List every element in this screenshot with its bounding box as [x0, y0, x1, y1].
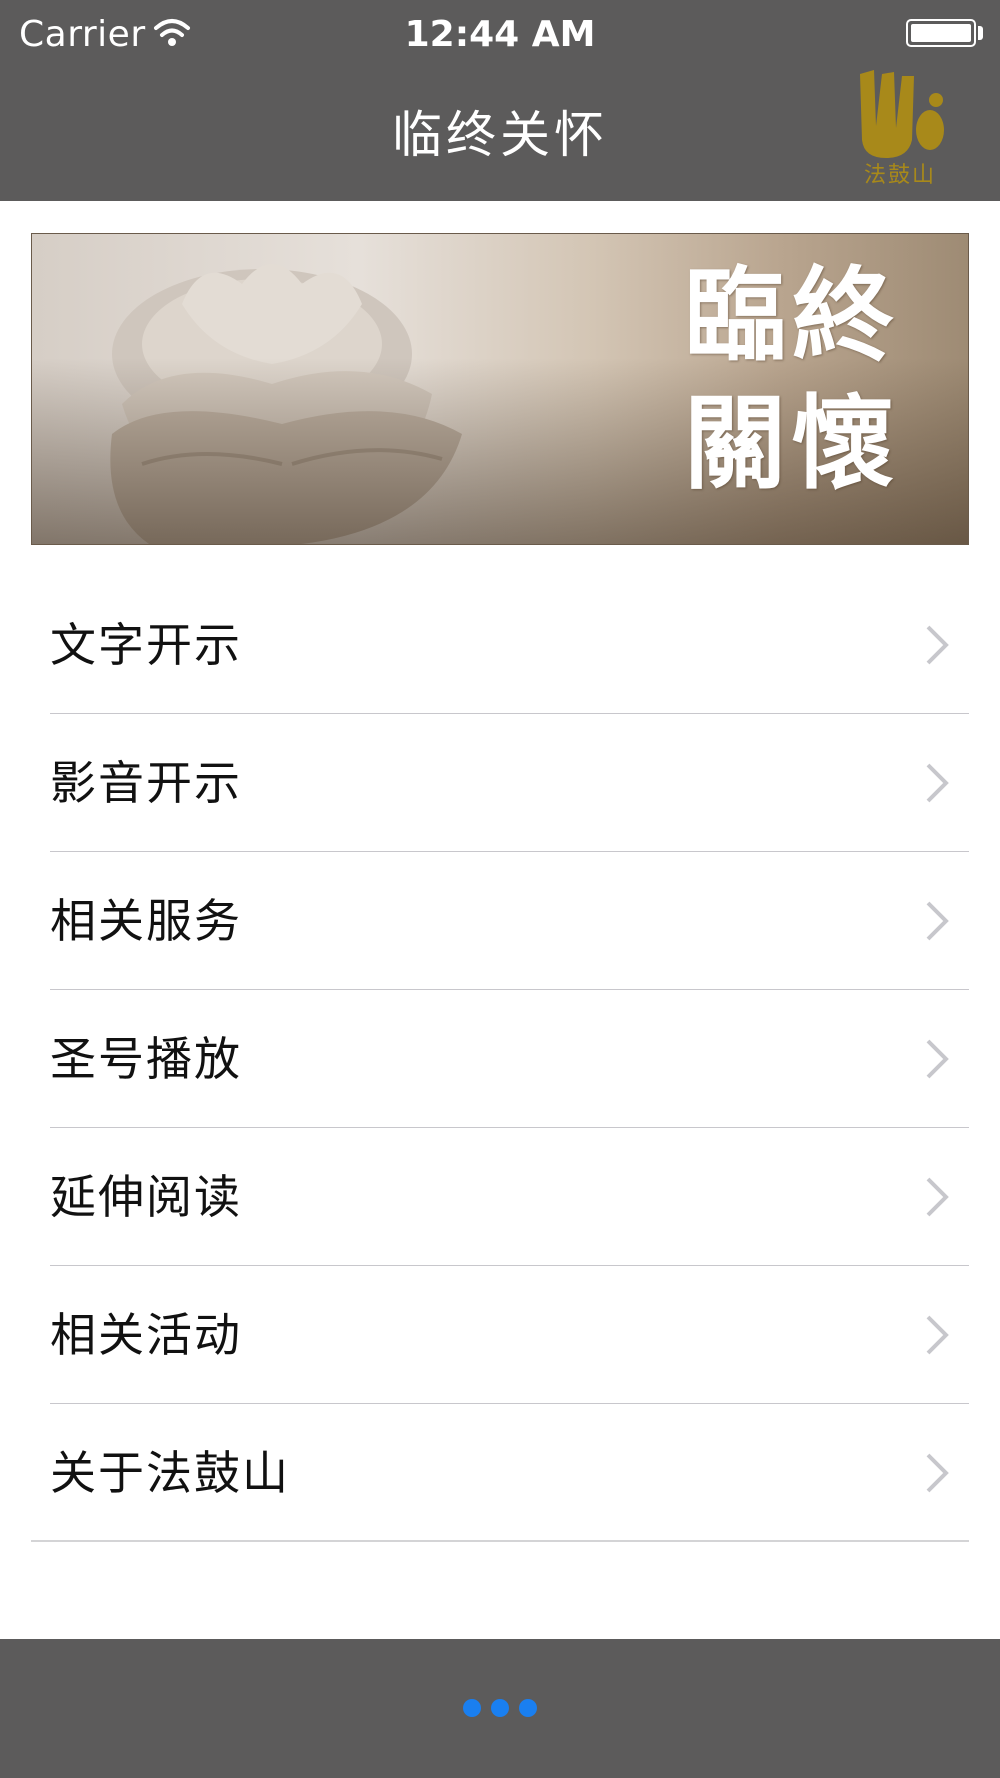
chevron-right-icon	[926, 1453, 949, 1493]
chevron-right-icon	[926, 1039, 949, 1079]
menu-item-chant-player[interactable]: 圣号播放	[0, 990, 1000, 1128]
banner-caption: 臨終 關懷	[632, 252, 952, 508]
screen: Carrier 12:44 AM 临终关怀 法鼓山 臨終 關懷 文字开示 影音开…	[0, 0, 1000, 1778]
menu-item-label: 文字开示	[50, 618, 242, 672]
chevron-right-icon	[926, 1315, 949, 1355]
page-dot[interactable]	[463, 1699, 481, 1717]
menu-item-label: 相关服务	[50, 894, 242, 948]
logo-text: 法鼓山	[863, 163, 936, 188]
chevron-right-icon	[926, 625, 949, 665]
battery-level	[911, 24, 971, 42]
menu-list: 文字开示 影音开示 相关服务 圣号播放 延伸阅读 相关活动 关于法鼓山	[0, 576, 1000, 1542]
page-title: 临终关怀	[392, 106, 608, 164]
page-dot[interactable]	[491, 1699, 509, 1717]
menu-item-related-activities[interactable]: 相关活动	[0, 1266, 1000, 1404]
banner-line-1: 臨終	[684, 256, 900, 376]
menu-item-label: 关于法鼓山	[50, 1446, 290, 1500]
chevron-right-icon	[926, 1177, 949, 1217]
menu-item-label: 相关活动	[50, 1308, 242, 1362]
bottom-bar	[0, 1639, 1000, 1778]
menu-item-about[interactable]: 关于法鼓山	[0, 1404, 1000, 1542]
page-dot[interactable]	[519, 1699, 537, 1717]
navigation-bar: Carrier 12:44 AM 临终关怀 法鼓山	[0, 0, 1000, 201]
banner-line-2: 關懷	[684, 384, 900, 504]
menu-item-text-teachings[interactable]: 文字开示	[0, 576, 1000, 714]
battery-icon	[906, 19, 976, 47]
menu-item-video-teachings[interactable]: 影音开示	[0, 714, 1000, 852]
chevron-right-icon	[926, 763, 949, 803]
menu-item-related-services[interactable]: 相关服务	[0, 852, 1000, 990]
menu-item-label: 圣号播放	[50, 1032, 242, 1086]
status-time: 12:44 AM	[404, 14, 596, 55]
chevron-right-icon	[926, 901, 949, 941]
menu-item-label: 延伸阅读	[50, 1170, 242, 1224]
menu-item-further-reading[interactable]: 延伸阅读	[0, 1128, 1000, 1266]
battery-nub	[978, 26, 983, 40]
hero-banner: 臨終 關懷	[31, 233, 969, 545]
menu-item-label: 影音开示	[50, 756, 242, 810]
page-indicator[interactable]	[0, 1699, 1000, 1717]
